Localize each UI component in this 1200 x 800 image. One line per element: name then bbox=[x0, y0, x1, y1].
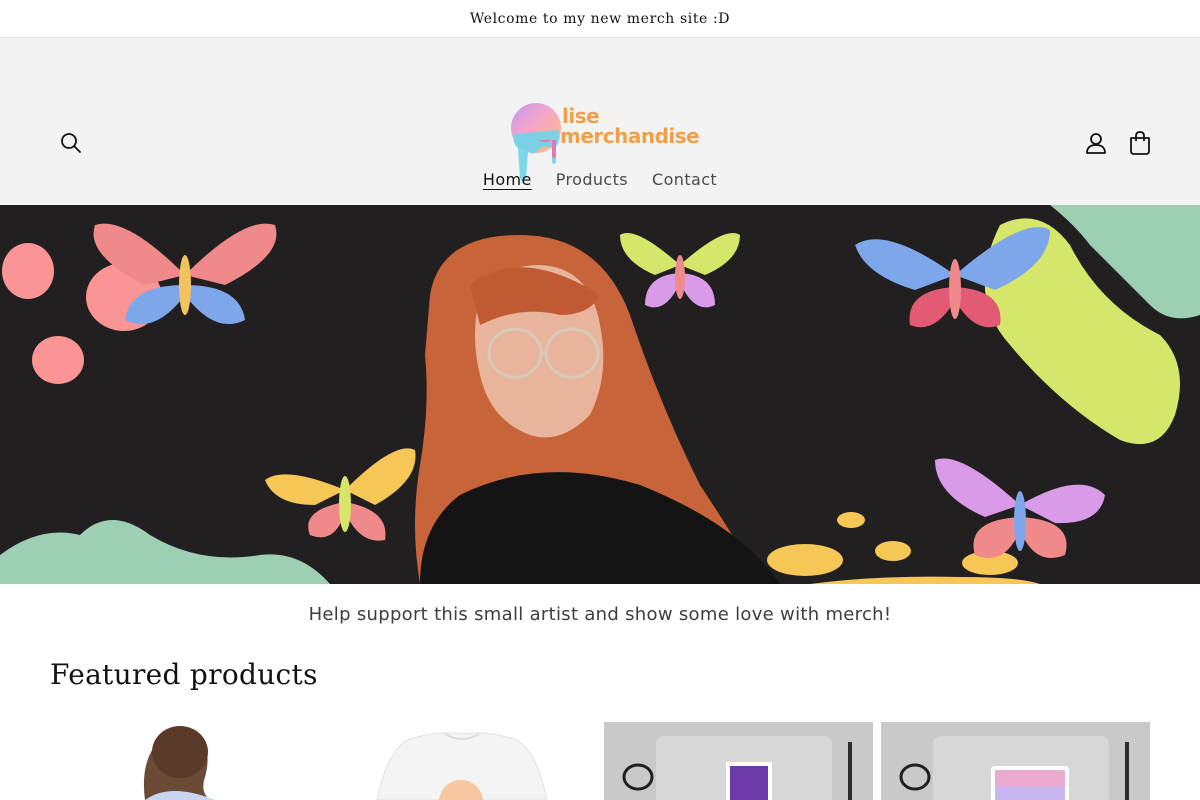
product-image-1 bbox=[50, 722, 319, 800]
user-icon[interactable] bbox=[1083, 130, 1109, 156]
pink-blob-3 bbox=[32, 336, 84, 384]
nav-link-contact[interactable]: Contact bbox=[640, 170, 729, 189]
search-icon[interactable] bbox=[58, 130, 84, 156]
announcement-bar: Welcome to my new merch site :D bbox=[0, 0, 1200, 38]
product-grid bbox=[50, 722, 1150, 800]
hero-banner bbox=[0, 205, 1200, 584]
butterfly-4 bbox=[265, 448, 416, 541]
nav-link-products[interactable]: Products bbox=[544, 170, 640, 189]
butterfly-2 bbox=[620, 233, 740, 308]
product-card-4[interactable] bbox=[881, 722, 1150, 800]
product-image-3 bbox=[604, 722, 873, 800]
product-image-2 bbox=[327, 722, 596, 800]
cart-icon[interactable] bbox=[1127, 129, 1153, 157]
logo-text-line2: merchandise bbox=[560, 124, 700, 148]
main-nav: Home Products Contact bbox=[0, 170, 1200, 189]
hero-artwork bbox=[0, 205, 1200, 584]
site-header: lise merchandise Home Products Contact bbox=[0, 38, 1200, 205]
announcement-text: Welcome to my new merch site :D bbox=[469, 10, 731, 27]
nav-link-home[interactable]: Home bbox=[471, 170, 544, 189]
butterfly-5 bbox=[935, 458, 1105, 558]
artist-portrait bbox=[415, 235, 780, 584]
product-card-1[interactable] bbox=[50, 722, 319, 800]
pink-blob-1 bbox=[2, 243, 54, 299]
product-card-3[interactable] bbox=[604, 722, 873, 800]
green-wave-bottom-left bbox=[0, 520, 330, 584]
featured-products-heading: Featured products bbox=[50, 658, 318, 691]
hero-tagline: Help support this small artist and show … bbox=[308, 604, 892, 625]
product-card-2[interactable] bbox=[327, 722, 596, 800]
product-image-4 bbox=[881, 722, 1150, 800]
